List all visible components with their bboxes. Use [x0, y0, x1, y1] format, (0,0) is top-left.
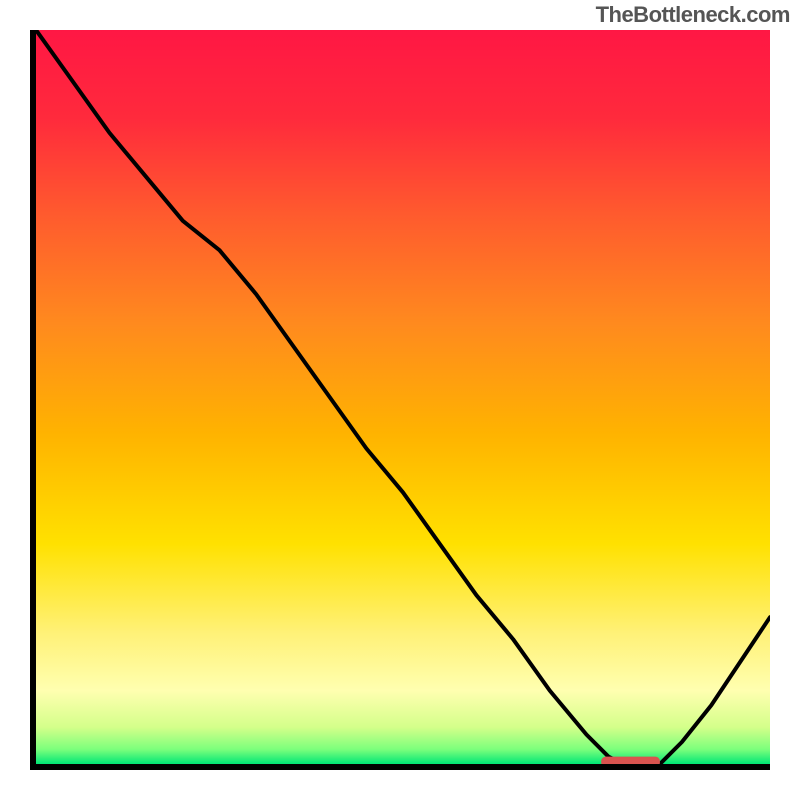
- attribution-text: TheBottleneck.com: [596, 2, 790, 28]
- plot-area: [30, 30, 770, 770]
- optimal-marker: [36, 30, 770, 764]
- chart-container: TheBottleneck.com: [0, 0, 800, 800]
